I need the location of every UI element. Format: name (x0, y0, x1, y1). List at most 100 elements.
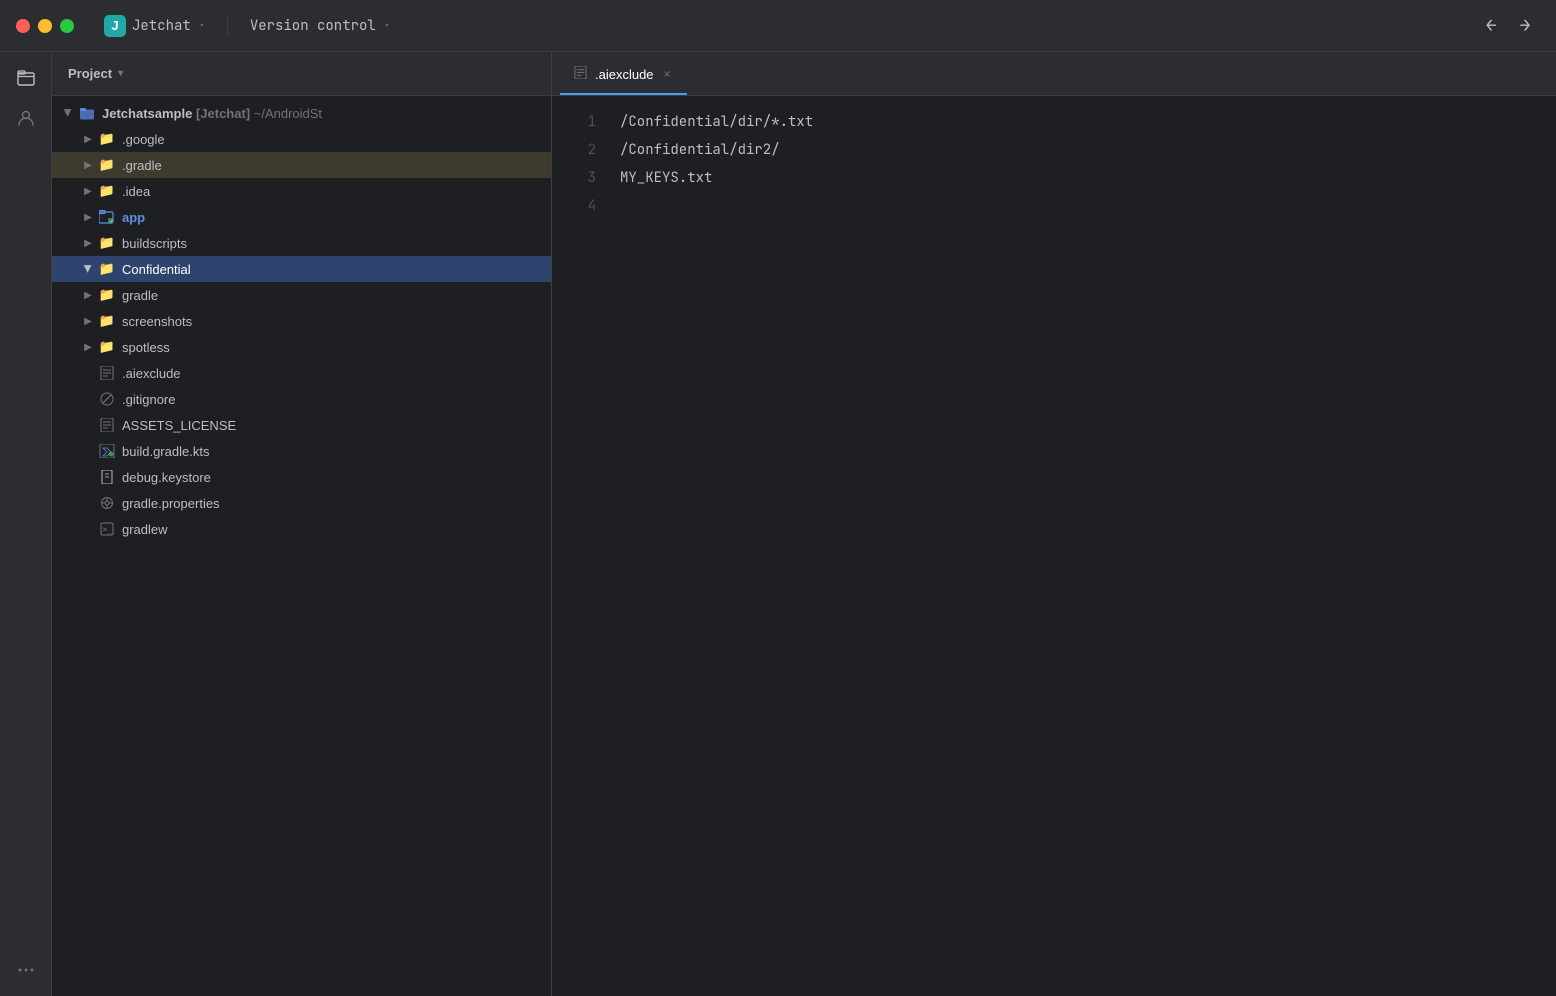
panel-header: Project ▾ (52, 52, 551, 96)
svg-text:>_: >_ (103, 525, 113, 534)
tree-item-gradle[interactable]: ▶ 📁 gradle (52, 282, 551, 308)
line-number-2: 2 (552, 136, 596, 164)
maximize-button[interactable] (60, 19, 74, 33)
sidebar-icon-people[interactable] (8, 100, 44, 136)
gradlew-label: gradlew (122, 522, 168, 537)
screenshots-chevron-icon: ▶ (80, 313, 96, 329)
svg-text:✓: ✓ (110, 219, 114, 224)
root-project-name: Jetchatsample (102, 106, 192, 121)
tree-item-spotless[interactable]: ▶ 📁 spotless (52, 334, 551, 360)
root-name: Jetchatsample [Jetchat] ~/AndroidSt (102, 106, 322, 121)
code-line-1: /Confidential/dir/*.txt (620, 108, 1556, 136)
buildscripts-chevron-icon: ▶ (80, 235, 96, 251)
gitignore-label: .gitignore (122, 392, 175, 407)
google-chevron-icon: ▶ (80, 131, 96, 147)
confidential-chevron-icon: ▶ (80, 261, 96, 277)
editor-content[interactable]: 1 2 3 4 /Confidential/dir/*.txt /Confide… (552, 96, 1556, 996)
line-number-1: 1 (552, 108, 596, 136)
gitignore-file-icon (98, 390, 116, 408)
spotless-folder-icon: 📁 (98, 338, 116, 356)
main-layout: Project ▾ ▶ Jetchatsample [Jetchat] ~/An… (0, 52, 1556, 996)
tab-close-button[interactable]: × (662, 65, 673, 83)
line-number-4: 4 (552, 192, 596, 220)
tab-icon-aiexclude (574, 66, 587, 82)
tree-item-assets-license[interactable]: ▶ ASSETS_LICENSE (52, 412, 551, 438)
idea-chevron-icon: ▶ (80, 183, 96, 199)
gradlew-file-icon: >_ (98, 520, 116, 538)
app-switcher-button[interactable]: J Jetchat ▾ (94, 11, 215, 41)
app-chevron-icon: ▾ (199, 19, 205, 32)
line-numbers: 1 2 3 4 (552, 96, 612, 996)
app-chevron-icon: ▶ (80, 209, 96, 225)
tree-item-debug-keystore[interactable]: ▶ debug.keystore (52, 464, 551, 490)
project-panel: Project ▾ ▶ Jetchatsample [Jetchat] ~/An… (52, 52, 552, 996)
titlebar-separator (227, 16, 228, 36)
tab-bar: .aiexclude × (552, 52, 1556, 96)
app-folder-icon: ✓ (98, 208, 116, 226)
code-line-2: /Confidential/dir2/ (620, 136, 1556, 164)
app-icon: J (104, 15, 126, 37)
idea-folder-icon: 📁 (98, 182, 116, 200)
gradle-hidden-label: .gradle (122, 158, 162, 173)
root-branch: [Jetchat] ~/AndroidSt (196, 106, 322, 121)
icon-sidebar (0, 52, 52, 996)
debug-keystore-label: debug.keystore (122, 470, 211, 485)
aiexclude-file-icon (98, 364, 116, 382)
gradle-properties-file-icon (98, 494, 116, 512)
root-chevron-icon: ▶ (60, 105, 76, 121)
tree-item-buildscripts[interactable]: ▶ 📁 buildscripts (52, 230, 551, 256)
tree-root[interactable]: ▶ Jetchatsample [Jetchat] ~/AndroidSt (52, 100, 551, 126)
nav-buttons: ← → (1476, 11, 1540, 41)
minimize-button[interactable] (38, 19, 52, 33)
assets-license-label: ASSETS_LICENSE (122, 418, 236, 433)
app-label: app (122, 210, 145, 225)
buildscripts-folder-icon: 📁 (98, 234, 116, 252)
tree-item-gradle-properties[interactable]: ▶ gradle.properties (52, 490, 551, 516)
tree-item-build-gradle[interactable]: ▶ build.gradle.kts (52, 438, 551, 464)
titlebar: J Jetchat ▾ Version control ▾ ← → (0, 0, 1556, 52)
gradle-chevron-icon: ▶ (80, 287, 96, 303)
code-editor[interactable]: /Confidential/dir/*.txt /Confidential/di… (612, 96, 1556, 996)
back-button[interactable]: ← (1476, 11, 1506, 41)
panel-content[interactable]: ▶ Jetchatsample [Jetchat] ~/AndroidSt ▶ … (52, 96, 551, 996)
panel-title: Project ▾ (68, 66, 123, 81)
tree-item-confidential[interactable]: ▶ 📁 Confidential (52, 256, 551, 282)
editor-area: .aiexclude × 1 2 3 4 /Confidential/dir/*… (552, 52, 1556, 996)
build-gradle-label: build.gradle.kts (122, 444, 209, 459)
version-control-label: Version control (250, 17, 376, 35)
tree-item-idea[interactable]: ▶ 📁 .idea (52, 178, 551, 204)
debug-keystore-file-icon (98, 468, 116, 486)
aiexclude-label: .aiexclude (122, 366, 181, 381)
screenshots-folder-icon: 📁 (98, 312, 116, 330)
tree-item-gradle-hidden[interactable]: ▶ 📁 .gradle (52, 152, 551, 178)
sidebar-icon-more[interactable] (8, 952, 44, 988)
forward-button[interactable]: → (1510, 11, 1540, 41)
tab-aiexclude[interactable]: .aiexclude × (560, 57, 687, 95)
confidential-folder-icon: 📁 (98, 260, 116, 278)
app-name-label: Jetchat (132, 17, 191, 35)
tree-item-screenshots[interactable]: ▶ 📁 screenshots (52, 308, 551, 334)
gradle-hidden-folder-icon: 📁 (98, 156, 116, 174)
version-control-button[interactable]: Version control ▾ (240, 13, 400, 39)
spotless-label: spotless (122, 340, 170, 355)
spotless-chevron-icon: ▶ (80, 339, 96, 355)
tree-item-google[interactable]: ▶ 📁 .google (52, 126, 551, 152)
assets-license-file-icon (98, 416, 116, 434)
code-line-3: MY_KEYS.txt (620, 164, 1556, 192)
gradle-folder-icon: 📁 (98, 286, 116, 304)
tree-item-gradlew[interactable]: ▶ >_ gradlew (52, 516, 551, 542)
tree-item-gitignore[interactable]: ▶ .gitignore (52, 386, 551, 412)
gradle-label: gradle (122, 288, 158, 303)
tree-item-app[interactable]: ▶ ✓ app (52, 204, 551, 230)
vc-chevron-icon: ▾ (384, 19, 390, 32)
line-number-3: 3 (552, 164, 596, 192)
confidential-label: Confidential (122, 262, 191, 277)
buildscripts-label: buildscripts (122, 236, 187, 251)
close-button[interactable] (16, 19, 30, 33)
screenshots-label: screenshots (122, 314, 192, 329)
google-label: .google (122, 132, 165, 147)
sidebar-icon-project[interactable] (8, 60, 44, 96)
tree-item-aiexclude[interactable]: ▶ .aiexclude (52, 360, 551, 386)
gradle-hidden-chevron-icon: ▶ (80, 157, 96, 173)
tab-label-aiexclude: .aiexclude (595, 67, 654, 82)
